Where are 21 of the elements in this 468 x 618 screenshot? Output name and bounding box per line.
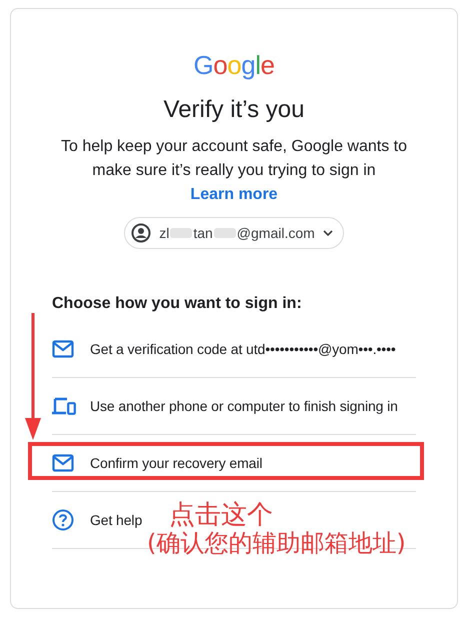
help-icon	[52, 509, 74, 531]
account-icon	[131, 223, 152, 243]
email-text-part: zl	[159, 225, 170, 241]
devices-icon	[52, 397, 76, 415]
account-chip[interactable]: zl tan @gmail.com	[124, 217, 344, 249]
email-text-part: tan	[193, 225, 213, 241]
chevron-down-icon	[322, 230, 333, 236]
annotation-text: (确认您的辅助邮箱地址)	[147, 529, 406, 557]
mail-icon	[52, 454, 74, 472]
option-label[interactable]: Get help	[90, 512, 142, 528]
choose-label: Choose how you want to sign in:	[52, 294, 303, 314]
option-label[interactable]: Use another phone or computer to finish signing in	[90, 398, 398, 414]
mail-icon	[52, 340, 74, 358]
google-logo: Google	[194, 51, 274, 79]
description-text: To help keep your account safe, Google wants to make sure it’s really you trying to sign in	[60, 137, 408, 181]
option-label[interactable]: Get a verification code at utd•••••••••••@yom•••.••••	[90, 341, 396, 357]
learn-more-link[interactable]: Learn more	[190, 183, 278, 207]
page-title: Verify it’s you	[164, 95, 304, 125]
option-label[interactable]: Confirm your recovery email	[90, 455, 262, 471]
email-text-part: @gmail.com	[236, 225, 315, 241]
annotation-text: 点击这个	[169, 501, 273, 529]
